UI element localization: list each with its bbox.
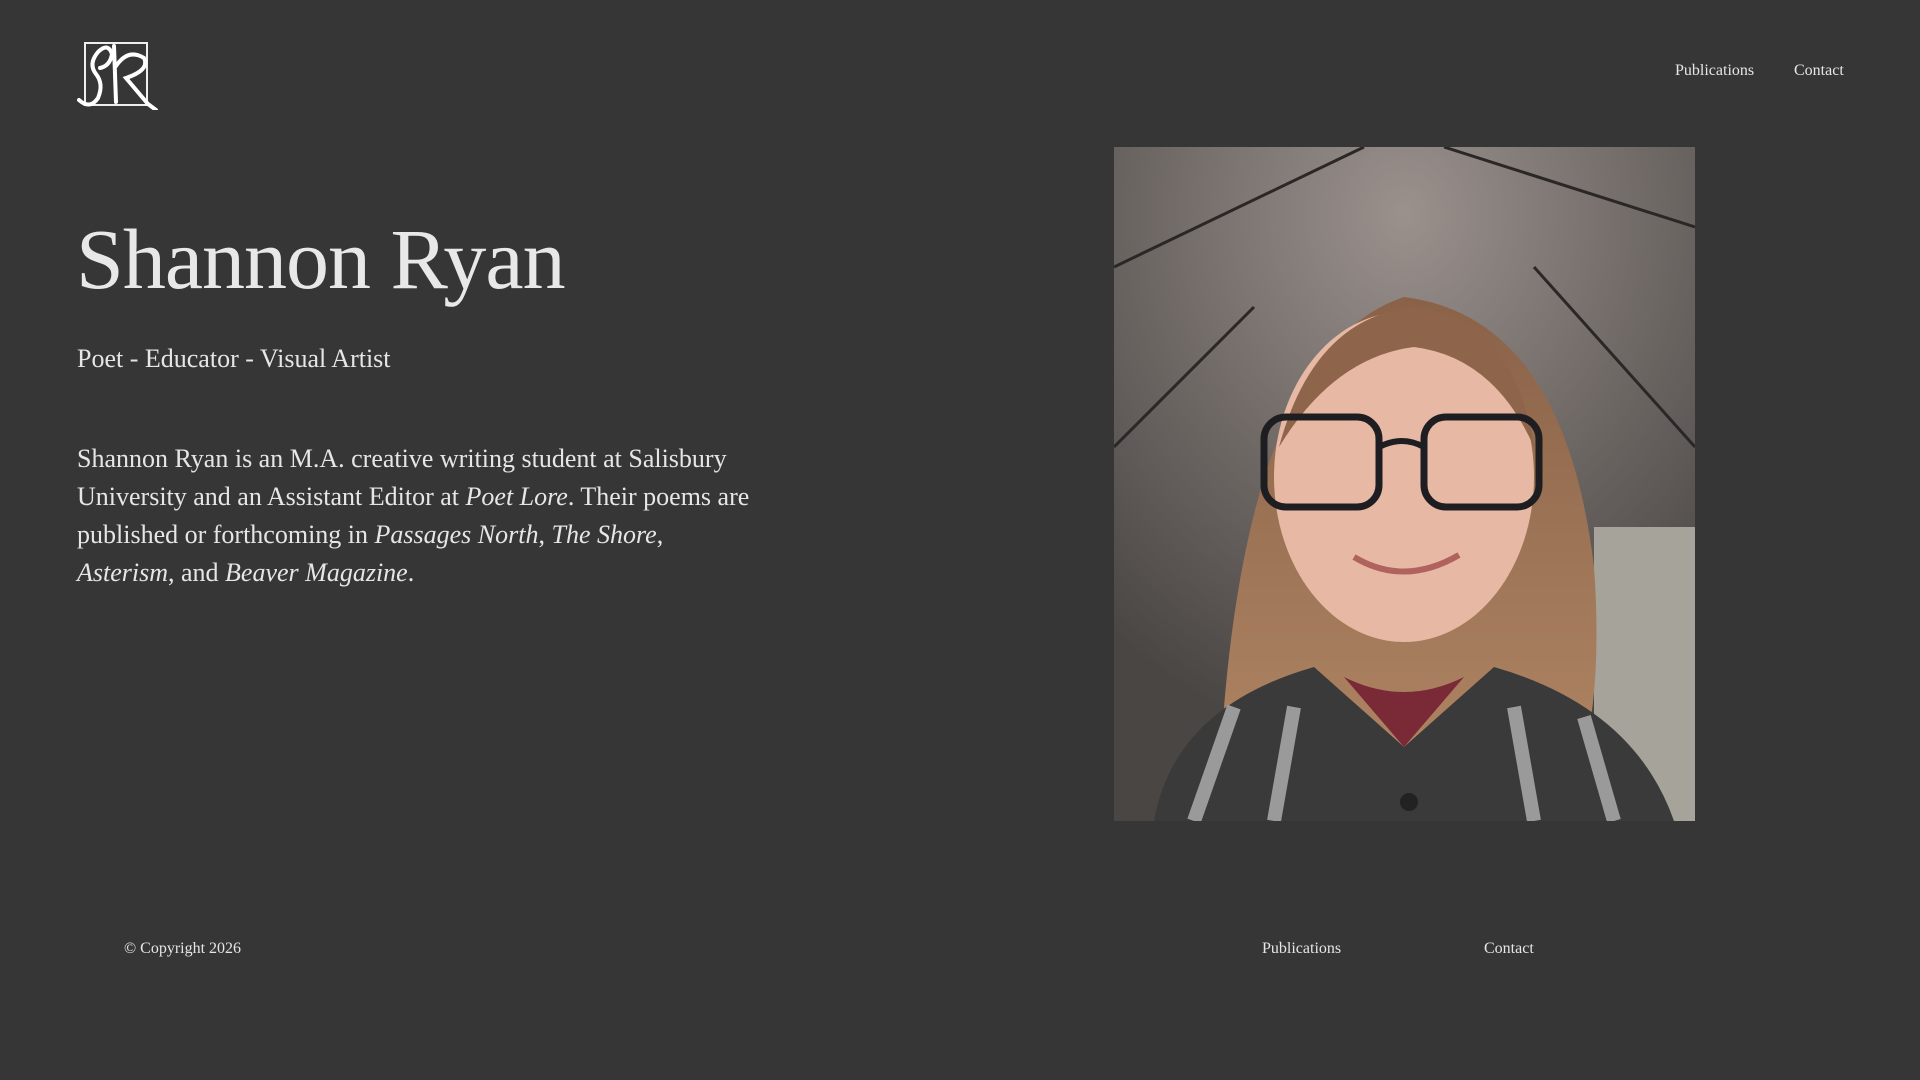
page-title: Shannon Ryan xyxy=(76,211,566,307)
publication-title: Passages North xyxy=(374,520,539,549)
footer-copyright: © Copyright 2026 xyxy=(124,940,242,957)
nav-publications[interactable]: Publications xyxy=(1675,62,1754,80)
publication-title: Asterism xyxy=(77,558,168,587)
tagline: Poet - Educator - Visual Artist xyxy=(77,344,391,373)
publication-title: Poet Lore xyxy=(465,482,568,511)
logo-link[interactable] xyxy=(76,38,160,112)
footer-publications-link[interactable]: Publications xyxy=(1262,940,1341,958)
footer-contact-link[interactable]: Contact xyxy=(1484,940,1534,958)
publication-title: The Shore xyxy=(551,520,657,549)
bio-text: , and xyxy=(168,558,226,587)
nav-contact[interactable]: Contact xyxy=(1794,62,1844,80)
publication-title: Beaver Magazine xyxy=(225,558,408,587)
portrait-photo xyxy=(1114,147,1695,821)
bio-text: . xyxy=(407,558,415,587)
bio-text: , xyxy=(656,520,664,549)
bio-text: , xyxy=(538,520,552,549)
sr-monogram-logo xyxy=(77,42,158,112)
bio-paragraph: Shannon Ryan is an M.A. creative writing… xyxy=(77,440,757,592)
